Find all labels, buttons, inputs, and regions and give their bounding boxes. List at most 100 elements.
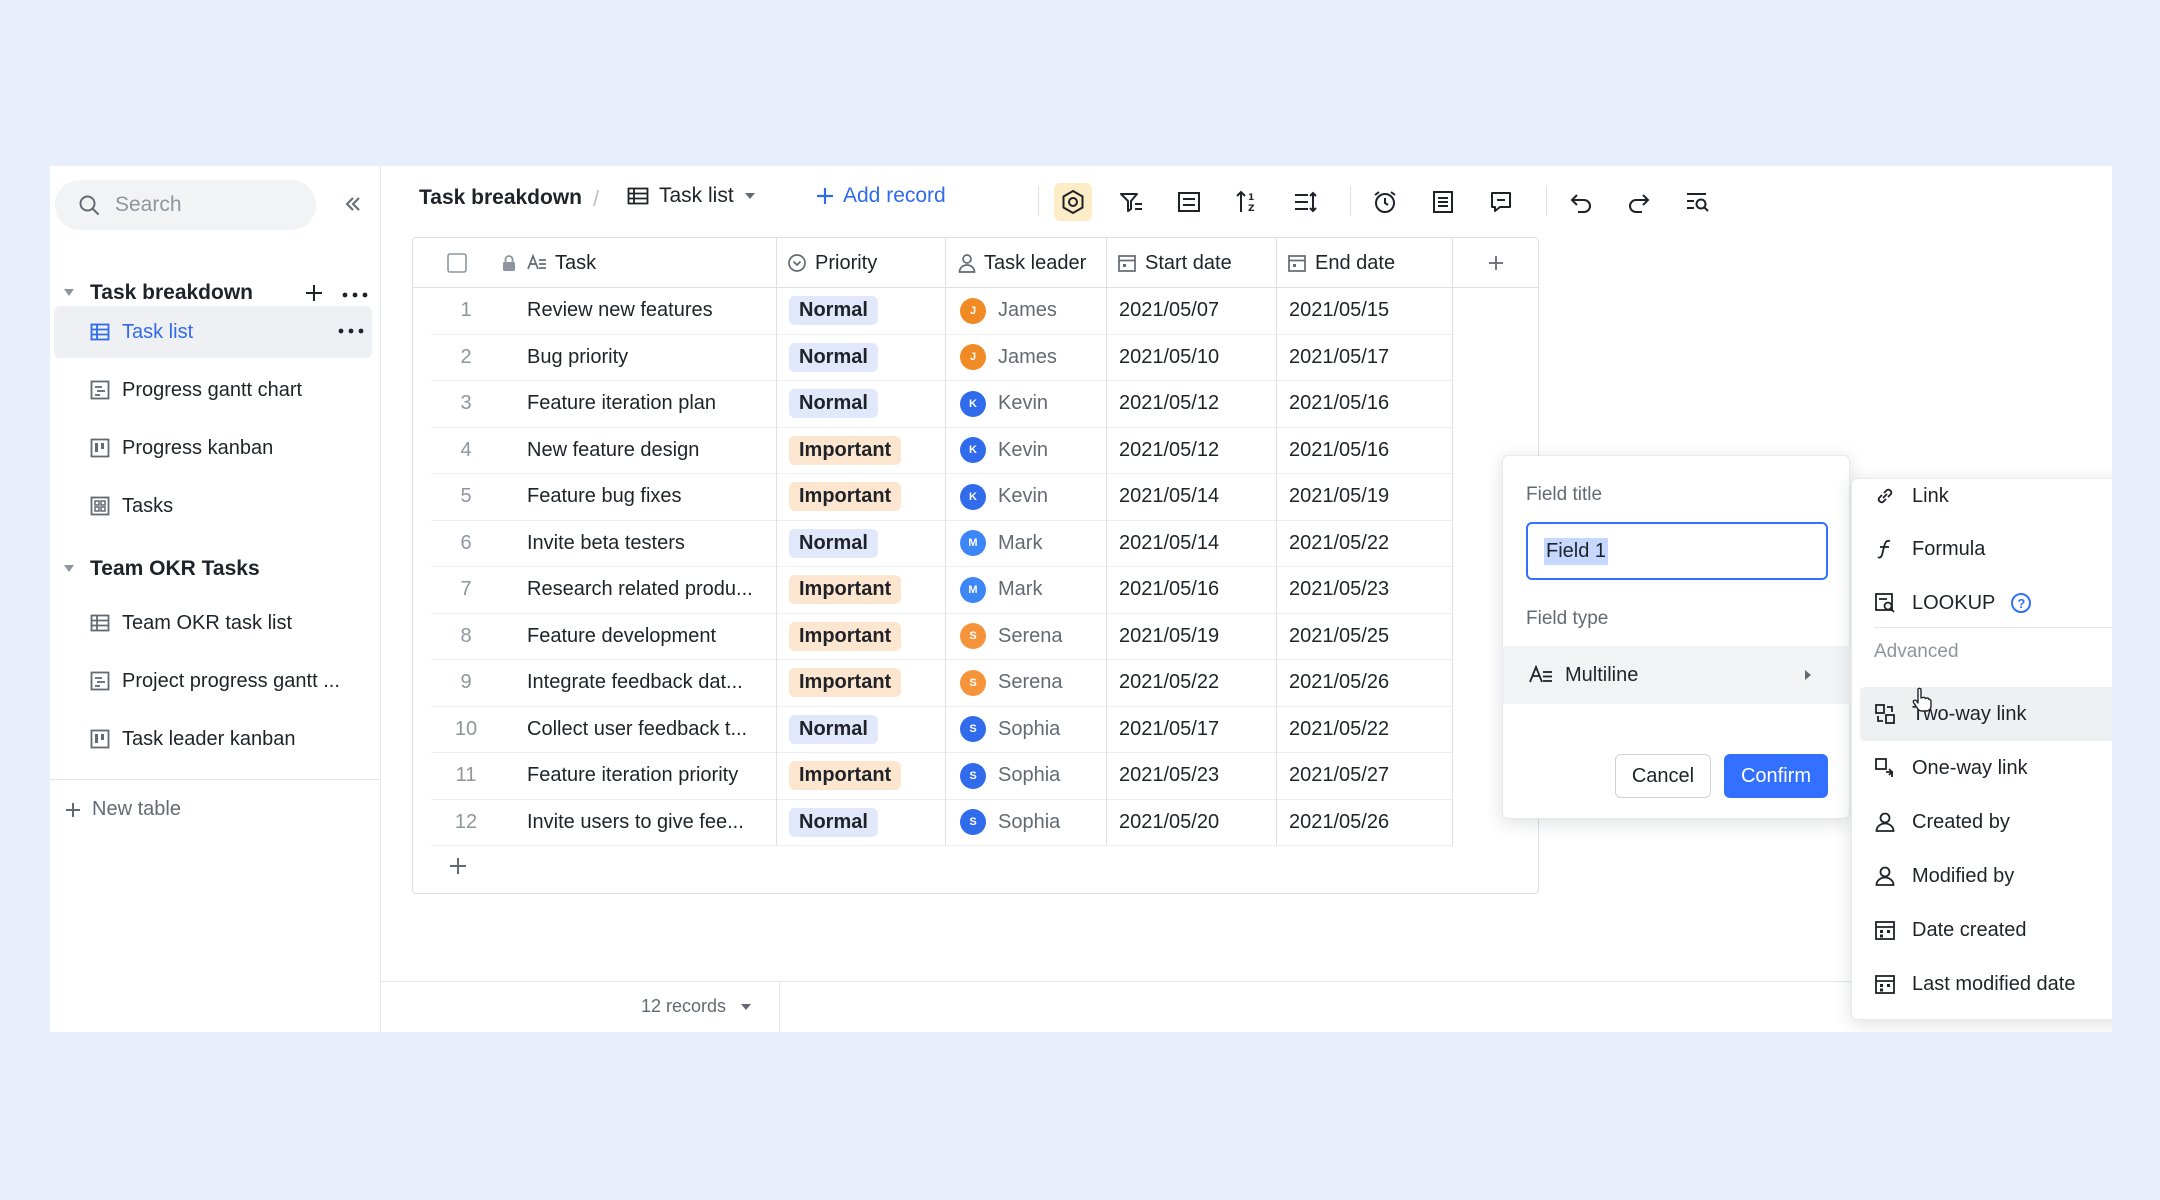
sidebar-item-team-okr-task-list[interactable]: Team OKR task list xyxy=(54,597,372,649)
form-button[interactable] xyxy=(1424,183,1462,221)
find-button[interactable] xyxy=(1678,183,1716,221)
confirm-button[interactable]: Confirm xyxy=(1724,754,1828,798)
end-date-cell[interactable]: 2021/05/19 xyxy=(1277,474,1453,521)
reminder-button[interactable] xyxy=(1366,183,1404,221)
priority-cell[interactable]: Important xyxy=(777,660,946,707)
task-cell[interactable]: Review new features xyxy=(501,288,777,335)
add-row-button[interactable] xyxy=(447,855,469,882)
end-date-cell[interactable]: 2021/05/16 xyxy=(1277,427,1453,474)
priority-cell[interactable]: Normal xyxy=(777,799,946,846)
task-cell[interactable]: Research related produ... xyxy=(501,567,777,614)
row-height-button[interactable] xyxy=(1286,183,1324,221)
task-cell[interactable]: Integrate feedback dat... xyxy=(501,660,777,707)
field-type-selector[interactable]: Multiline xyxy=(1503,646,1851,704)
table-row[interactable]: 3 Feature iteration plan Normal K Kevin 2021/… xyxy=(413,381,1453,428)
end-date-cell[interactable]: 2021/05/26 xyxy=(1277,799,1453,846)
table-row[interactable]: 1 Review new features Normal J James 2021/05/… xyxy=(413,288,1453,335)
end-date-cell[interactable]: 2021/05/22 xyxy=(1277,520,1453,567)
leader-cell[interactable]: K Kevin xyxy=(946,381,1107,428)
item-more-button[interactable] xyxy=(338,318,364,350)
filter-button[interactable] xyxy=(1112,183,1150,221)
table-row[interactable]: 5 Feature bug fixes Important K Kevin 2021/05… xyxy=(413,474,1453,521)
priority-cell[interactable]: Important xyxy=(777,474,946,521)
priority-cell[interactable]: Important xyxy=(777,567,946,614)
menu-item-link[interactable]: Link xyxy=(1852,479,2112,523)
add-record-button[interactable]: Add record xyxy=(815,184,946,208)
cancel-button[interactable]: Cancel xyxy=(1615,754,1711,798)
table-row[interactable]: 8 Feature development Important S Serena 2021… xyxy=(413,613,1453,660)
leader-cell[interactable]: M Mark xyxy=(946,567,1107,614)
sort-button[interactable]: 1Z xyxy=(1228,183,1266,221)
priority-cell[interactable]: Normal xyxy=(777,706,946,753)
search-input[interactable]: Search xyxy=(55,180,316,230)
sidebar-item-task-list[interactable]: Task list xyxy=(54,306,372,358)
task-cell[interactable]: Invite beta testers xyxy=(501,520,777,567)
breadcrumb[interactable]: Task breakdown xyxy=(419,186,582,210)
end-date-cell[interactable]: 2021/05/27 xyxy=(1277,753,1453,800)
table-row[interactable]: 10 Collect user feedback t... Normal S Sophi… xyxy=(413,706,1453,753)
group-button[interactable] xyxy=(1170,183,1208,221)
priority-cell[interactable]: Important xyxy=(777,427,946,474)
leader-cell[interactable]: S Serena xyxy=(946,660,1107,707)
add-view-button[interactable] xyxy=(298,277,330,309)
start-date-cell[interactable]: 2021/05/20 xyxy=(1107,799,1277,846)
column-header-start-date[interactable]: Start date xyxy=(1107,238,1277,288)
leader-cell[interactable]: S Sophia xyxy=(946,706,1107,753)
start-date-cell[interactable]: 2021/05/07 xyxy=(1107,288,1277,335)
start-date-cell[interactable]: 2021/05/14 xyxy=(1107,520,1277,567)
task-cell[interactable]: Feature development xyxy=(501,613,777,660)
sidebar-item-progress-gantt-chart[interactable]: Progress gantt chart xyxy=(54,364,372,416)
task-cell[interactable]: Feature iteration priority xyxy=(501,753,777,800)
task-cell[interactable]: Bug priority xyxy=(501,334,777,381)
leader-cell[interactable]: K Kevin xyxy=(946,474,1107,521)
menu-item-one-way-link[interactable]: One-way link xyxy=(1852,741,2112,795)
start-date-cell[interactable]: 2021/05/12 xyxy=(1107,427,1277,474)
table-row[interactable]: 7 Research related produ... Important M Mark… xyxy=(413,567,1453,614)
undo-button[interactable] xyxy=(1562,183,1600,221)
table-row[interactable]: 6 Invite beta testers Normal M Mark 2021/05/1… xyxy=(413,520,1453,567)
leader-cell[interactable]: J James xyxy=(946,334,1107,381)
field-settings-button[interactable] xyxy=(1054,183,1092,221)
task-cell[interactable]: New feature design xyxy=(501,427,777,474)
leader-cell[interactable]: M Mark xyxy=(946,520,1107,567)
table-row[interactable]: 9 Integrate feedback dat... Important S Sere… xyxy=(413,660,1453,707)
priority-cell[interactable]: Normal xyxy=(777,381,946,428)
start-date-cell[interactable]: 2021/05/22 xyxy=(1107,660,1277,707)
leader-cell[interactable]: S Serena xyxy=(946,613,1107,660)
menu-item-created-by[interactable]: Created by xyxy=(1852,795,2112,849)
end-date-cell[interactable]: 2021/05/22 xyxy=(1277,706,1453,753)
leader-cell[interactable]: S Sophia xyxy=(946,799,1107,846)
priority-cell[interactable]: Important xyxy=(777,753,946,800)
priority-cell[interactable]: Important xyxy=(777,613,946,660)
end-date-cell[interactable]: 2021/05/25 xyxy=(1277,613,1453,660)
help-icon[interactable]: ? xyxy=(2011,593,2032,613)
menu-item-last-modified-date[interactable]: Last modified date xyxy=(1852,957,2112,1011)
task-cell[interactable]: Feature iteration plan xyxy=(501,381,777,428)
menu-item-formula[interactable]: Formula xyxy=(1852,522,2112,576)
end-date-cell[interactable]: 2021/05/17 xyxy=(1277,334,1453,381)
column-header-end-date[interactable]: End date xyxy=(1277,238,1453,288)
leader-cell[interactable]: S Sophia xyxy=(946,753,1107,800)
start-date-cell[interactable]: 2021/05/16 xyxy=(1107,567,1277,614)
task-cell[interactable]: Collect user feedback t... xyxy=(501,706,777,753)
sidebar-item-tasks[interactable]: Tasks xyxy=(54,480,372,532)
group-more-button[interactable] xyxy=(342,281,368,305)
redo-button[interactable] xyxy=(1620,183,1658,221)
priority-cell[interactable]: Normal xyxy=(777,288,946,335)
sidebar-group-team-okr-tasks[interactable]: Team OKR Tasks xyxy=(58,549,374,589)
comment-button[interactable] xyxy=(1482,183,1520,221)
start-date-cell[interactable]: 2021/05/17 xyxy=(1107,706,1277,753)
add-column-button[interactable] xyxy=(1453,238,1538,288)
column-header-task[interactable]: Task xyxy=(525,238,777,288)
sidebar-item-project-progress-gantt[interactable]: Project progress gantt ... xyxy=(54,655,372,707)
end-date-cell[interactable]: 2021/05/23 xyxy=(1277,567,1453,614)
start-date-cell[interactable]: 2021/05/12 xyxy=(1107,381,1277,428)
column-header-priority[interactable]: Priority xyxy=(777,238,946,288)
leader-cell[interactable]: J James xyxy=(946,288,1107,335)
priority-cell[interactable]: Normal xyxy=(777,334,946,381)
table-row[interactable]: 12 Invite users to give fee... Normal S Soph… xyxy=(413,799,1453,846)
priority-cell[interactable]: Normal xyxy=(777,520,946,567)
start-date-cell[interactable]: 2021/05/19 xyxy=(1107,613,1277,660)
sidebar-item-progress-kanban[interactable]: Progress kanban xyxy=(54,422,372,474)
column-header-task-leader[interactable]: Task leader xyxy=(946,238,1107,288)
